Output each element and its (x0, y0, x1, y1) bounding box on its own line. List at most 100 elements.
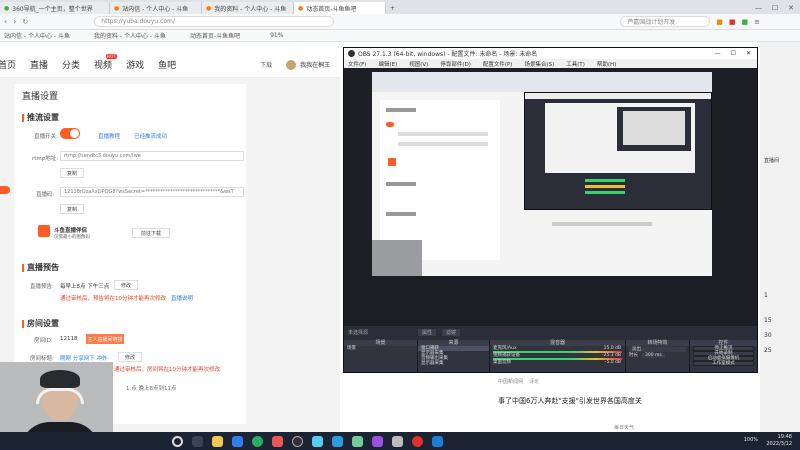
menu-tools[interactable]: 工具(T) (566, 60, 585, 68)
bookmark-item[interactable]: 动态首页-斗鱼鱼吧 (190, 31, 240, 40)
transitions-header: 转场特效 (626, 340, 689, 346)
forward-icon[interactable]: › (13, 17, 16, 26)
properties-button[interactable]: 属性 (418, 328, 437, 336)
task-view-icon[interactable] (192, 435, 203, 447)
browser-tab[interactable]: ● 我的资料 - 个人中心 - 斗鱼 (202, 2, 294, 14)
room-id-label: 房间ID: (34, 338, 53, 344)
comment-link[interactable]: 评论 (529, 378, 539, 385)
filters-button[interactable]: 滤镜 (442, 328, 461, 336)
obs-window: OBS 27.1.3 (64-bit, windows) - 配置文件: 未命名… (343, 47, 758, 373)
file-explorer-icon[interactable] (212, 435, 223, 447)
menu-profile[interactable]: 配置文件(P) (483, 60, 513, 68)
bookmark-item[interactable]: 我的资料 - 个人中心 - 斗鱼 (94, 31, 166, 40)
extension-icon[interactable]: ■ (729, 18, 736, 26)
tutorial-link[interactable]: 直播教程 (98, 132, 120, 140)
obs-preview[interactable] (344, 68, 757, 326)
transition-type[interactable]: 淡出 (629, 347, 686, 352)
edit-preview-button[interactable]: 修改 (114, 280, 138, 290)
obs-icon[interactable] (292, 435, 303, 447)
room-section-title: 房间设置 (22, 318, 59, 329)
zoom-level[interactable]: 91% (270, 32, 283, 39)
preview-label: 直播预告: (30, 284, 54, 290)
address-bar: ‹ › ↻ https://yuba.douyu.com/ 芦嘉国战计划开发 ■… (0, 14, 800, 30)
url-input[interactable]: https://yuba.douyu.com/ (94, 16, 335, 27)
maximize-icon[interactable]: ☐ (731, 50, 736, 57)
menu-icon[interactable]: ≡ (754, 18, 760, 26)
hot-badge: HOT (106, 54, 117, 59)
section-bar (22, 113, 24, 122)
news-headline[interactable]: 事了中国6万人奔赴"支援"引发世界各国高度关 (498, 396, 642, 406)
menu-file[interactable]: 文件(F) (348, 60, 366, 68)
menu-docks[interactable]: 停靠部件(D) (440, 60, 471, 68)
close-icon[interactable]: ✕ (788, 4, 794, 12)
menu-edit[interactable]: 编辑(E) (378, 60, 397, 68)
scenes-dock: 场景 场景 (344, 340, 418, 372)
nav-home[interactable]: 首页 (0, 58, 16, 71)
studio-mode-button[interactable]: 工作室模式 (693, 361, 754, 366)
battery-level[interactable]: 100% (744, 437, 758, 443)
app-icon[interactable] (312, 435, 323, 447)
controls-dock: 控件 停止推流 开始录制 启动虚拟摄像机 工作室模式 (690, 340, 757, 372)
nav-yuba[interactable]: 鱼吧 (158, 58, 176, 71)
assistant-subtitle: 仅需最小的图像码 (54, 235, 90, 240)
app-icon[interactable] (392, 435, 403, 447)
obs-source-toolbar: 未选择源 属性 滤镜 (344, 326, 757, 338)
minimize-icon[interactable]: — (715, 50, 721, 57)
news-source[interactable]: 中国新闻网 (498, 378, 523, 385)
refresh-icon[interactable]: ↻ (22, 18, 28, 26)
scene-item[interactable]: 场景 (344, 346, 417, 351)
live-toggle[interactable] (60, 128, 80, 139)
minimize-icon[interactable]: — (755, 4, 762, 12)
browser-tab[interactable]: ● 站内信 - 个人中心 - 斗鱼 (110, 2, 202, 14)
room-notice: 1.点 晚上8点到11点 (126, 386, 177, 392)
live-notes-link[interactable]: 直播说明 (171, 294, 193, 302)
browser-tab-active[interactable]: ● 动态首页-斗鱼鱼吧 (294, 2, 386, 14)
wechat-icon[interactable] (352, 435, 363, 447)
weather-link[interactable]: 每日天气 (614, 424, 634, 431)
download-assistant-button[interactable]: 前往下载 (132, 228, 170, 238)
duration-input[interactable]: 300 ms (642, 353, 665, 358)
extension-icon[interactable]: ■ (742, 18, 749, 26)
browser-tab[interactable]: ● 360导航_一个主页，整个世界 (0, 2, 110, 14)
mixer-channel: 桌面音频 -5.0 dB (493, 360, 621, 365)
new-tab-button[interactable]: + (386, 2, 400, 14)
taskbar: 19:48 2022/3/12 100% (0, 432, 800, 450)
menu-scene-collection[interactable]: 场景集合(S) (524, 60, 554, 68)
close-icon[interactable]: ✕ (746, 50, 751, 57)
app-icon[interactable] (412, 435, 423, 447)
app-icon[interactable] (332, 435, 343, 447)
room-title-label: 房间标题: (30, 356, 54, 362)
source-item[interactable]: 显示器采集 (418, 361, 489, 366)
duration-row: 时长 300 ms (626, 353, 689, 358)
system-clock[interactable]: 19:48 2022/3/12 (766, 434, 792, 448)
nav-game[interactable]: 游戏 (126, 58, 144, 71)
menu-help[interactable]: 帮助(H) (597, 60, 616, 68)
mixer-dock: 混音器 麦克风/Aux 15.0 dB 视频捕获设备 -25.3 dB 桌面音频 -5… (490, 340, 626, 372)
download-link[interactable]: 下载 (260, 60, 272, 69)
room-link-button[interactable]: 主人直播间链接 (86, 334, 124, 344)
extension-icon[interactable]: ■ (716, 18, 723, 26)
search-input[interactable]: 芦嘉国战计划开发 (620, 16, 711, 27)
app-icon[interactable] (272, 435, 283, 447)
copy-rtmp-button[interactable]: 复制 (60, 168, 84, 178)
rtmp-field[interactable]: rtmp://sendtc3.douyu.com/live (60, 151, 244, 161)
store-icon[interactable] (232, 435, 243, 447)
avatar[interactable] (286, 59, 297, 70)
bookmark-item[interactable]: 站内信 - 个人中心 - 斗鱼 (4, 31, 70, 40)
nav-video[interactable]: 视频 (94, 58, 112, 71)
push-success-link[interactable]: 已经推流成功 (134, 132, 167, 140)
app-icon[interactable] (372, 435, 383, 447)
back-icon[interactable]: ‹ (4, 17, 7, 26)
search-icon[interactable] (172, 435, 183, 447)
rtmp-label: rtmp地址: (32, 156, 59, 162)
username[interactable]: 我我在桐王 (300, 60, 330, 69)
edit-title-button[interactable]: 修改 (118, 352, 142, 362)
copy-code-button[interactable]: 复制 (60, 204, 84, 214)
nav-category[interactable]: 分类 (62, 58, 80, 71)
nav-live[interactable]: 直播 (30, 58, 48, 71)
menu-view[interactable]: 视图(V) (409, 60, 428, 68)
stream-code-field[interactable]: 12118rUzaXxDPQG8?wsSecret=**************… (60, 187, 244, 197)
maximize-icon[interactable]: ☐ (772, 4, 778, 12)
app-icon[interactable] (432, 435, 443, 447)
browser-360-icon[interactable] (252, 435, 263, 447)
